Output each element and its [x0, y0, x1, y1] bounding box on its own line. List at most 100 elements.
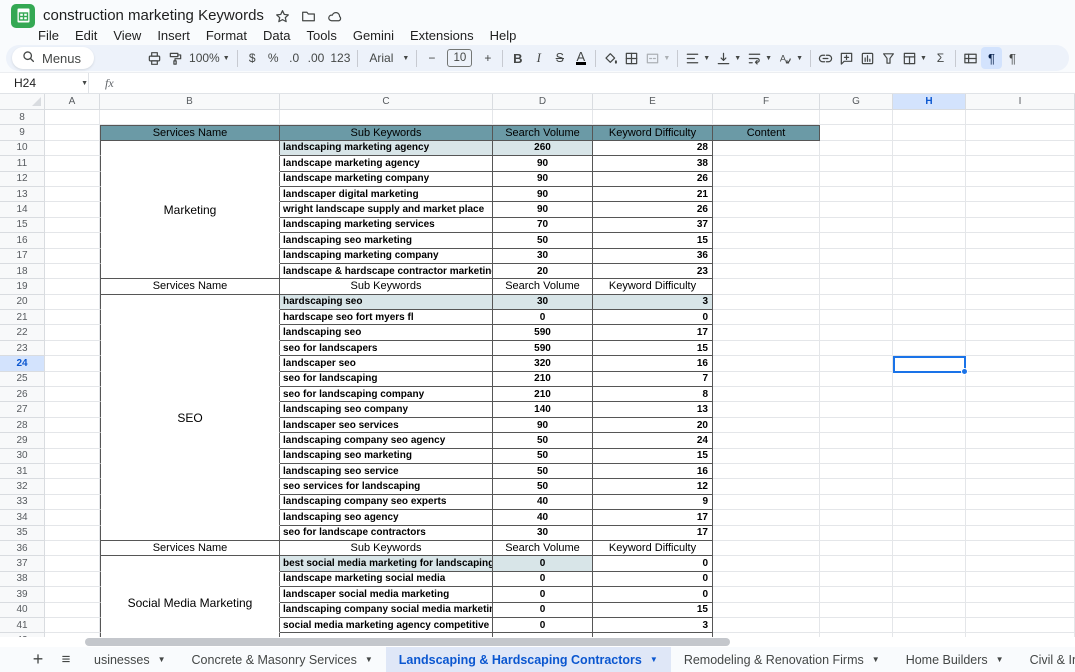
cell-C32[interactable]: seo services for landscaping [280, 479, 493, 494]
cell-D39[interactable]: 0 [493, 587, 593, 602]
cell-E27[interactable]: 13 [593, 402, 713, 417]
cell-F8[interactable] [713, 110, 820, 125]
cell-G29[interactable] [820, 433, 893, 448]
font-size-button[interactable]: 10 [442, 47, 477, 69]
cell-E9[interactable]: Keyword Difficulty [593, 125, 713, 140]
cell-B23[interactable] [100, 341, 280, 356]
cell-G28[interactable] [820, 418, 893, 433]
cell-B32[interactable] [100, 479, 280, 494]
insert-comment-button[interactable] [836, 47, 857, 69]
cell-H8[interactable] [893, 110, 966, 125]
cell-B37[interactable] [100, 556, 280, 571]
cell-C35[interactable]: seo for landscape contractors [280, 526, 493, 541]
cell-E41[interactable]: 3 [593, 618, 713, 633]
cell-C14[interactable]: wright landscape supply and market place [280, 202, 493, 217]
cell-A33[interactable] [45, 495, 100, 510]
cell-H18[interactable] [893, 264, 966, 279]
cell-F34[interactable] [713, 510, 820, 525]
cell-A41[interactable] [45, 618, 100, 633]
sheet-tab-landscaping-hardscaping-contractors[interactable]: Landscaping & Hardscaping Contractors▼ [386, 647, 671, 672]
cell-I12[interactable] [966, 172, 1075, 187]
cell-G39[interactable] [820, 587, 893, 602]
row-header-41[interactable]: 41 [0, 618, 45, 633]
cell-F37[interactable] [713, 556, 820, 571]
cell-I28[interactable] [966, 418, 1075, 433]
cell-C22[interactable]: landscaping seo [280, 325, 493, 340]
row-header-28[interactable]: 28 [0, 418, 45, 433]
cell-F14[interactable] [713, 202, 820, 217]
print-button[interactable] [144, 47, 165, 69]
cell-D35[interactable]: 30 [493, 526, 593, 541]
row-header-14[interactable]: 14 [0, 202, 45, 217]
cell-D13[interactable]: 90 [493, 187, 593, 202]
cell-B9[interactable]: Services Name [100, 125, 280, 140]
cell-I21[interactable] [966, 310, 1075, 325]
cell-B40[interactable] [100, 603, 280, 618]
cell-C19[interactable]: Sub Keywords [280, 279, 493, 294]
cell-F17[interactable] [713, 249, 820, 264]
cell-I40[interactable] [966, 603, 1075, 618]
row-header-35[interactable]: 35 [0, 526, 45, 541]
cell-F16[interactable] [713, 233, 820, 248]
cell-H14[interactable] [893, 202, 966, 217]
text-rotation-button[interactable]: A▼ [775, 47, 806, 69]
cell-A28[interactable] [45, 418, 100, 433]
cell-C37[interactable]: best social media marketing for landscap… [280, 556, 493, 571]
cell-A36[interactable] [45, 541, 100, 556]
menu-insert[interactable]: Insert [149, 27, 198, 44]
row-header-36[interactable]: 36 [0, 541, 45, 556]
cell-B13[interactable] [100, 187, 280, 202]
cell-G19[interactable] [820, 279, 893, 294]
row-header-29[interactable]: 29 [0, 433, 45, 448]
row-header-17[interactable]: 17 [0, 249, 45, 264]
menu-tools[interactable]: Tools [298, 27, 344, 44]
column-header-F[interactable]: F [713, 94, 820, 110]
cell-I17[interactable] [966, 249, 1075, 264]
cell-B36[interactable]: Services Name [100, 541, 280, 556]
text-color-button[interactable]: A [570, 47, 591, 69]
row-header-33[interactable]: 33 [0, 495, 45, 510]
cell-D9[interactable]: Search Volume [493, 125, 593, 140]
cell-G37[interactable] [820, 556, 893, 571]
text-wrapping-button[interactable]: ▼ [744, 47, 775, 69]
cell-E30[interactable]: 15 [593, 449, 713, 464]
cell-F41[interactable] [713, 618, 820, 633]
cell-F15[interactable] [713, 218, 820, 233]
cell-A30[interactable] [45, 449, 100, 464]
column-header-D[interactable]: D [493, 94, 593, 110]
cell-F13[interactable] [713, 187, 820, 202]
font-family-button[interactable]: Arial▼ [362, 47, 412, 69]
cell-H19[interactable] [893, 279, 966, 294]
cell-C21[interactable]: hardscape seo fort myers fl [280, 310, 493, 325]
cell-F31[interactable] [713, 464, 820, 479]
cell-F21[interactable] [713, 310, 820, 325]
cell-D22[interactable]: 590 [493, 325, 593, 340]
cell-B41[interactable] [100, 618, 280, 633]
tab-menu-icon[interactable]: ▼ [650, 655, 658, 664]
cell-F10[interactable] [713, 141, 820, 156]
zoom-select-button[interactable]: 100%▼ [186, 47, 233, 69]
cell-C15[interactable]: landscaping marketing services [280, 218, 493, 233]
cell-C29[interactable]: landscaping company seo agency [280, 433, 493, 448]
cell-E31[interactable]: 16 [593, 464, 713, 479]
cell-C31[interactable]: landscaping seo service [280, 464, 493, 479]
cell-I32[interactable] [966, 479, 1075, 494]
cell-B33[interactable] [100, 495, 280, 510]
cell-E29[interactable]: 24 [593, 433, 713, 448]
cell-G9[interactable] [820, 125, 893, 140]
cell-F32[interactable] [713, 479, 820, 494]
cell-F35[interactable] [713, 526, 820, 541]
cell-C38[interactable]: landscape marketing social media [280, 572, 493, 587]
cell-F24[interactable] [713, 356, 820, 371]
cell-H35[interactable] [893, 526, 966, 541]
cell-H13[interactable] [893, 187, 966, 202]
cell-I22[interactable] [966, 325, 1075, 340]
cell-B39[interactable] [100, 587, 280, 602]
row-header-37[interactable]: 37 [0, 556, 45, 571]
cell-F11[interactable] [713, 156, 820, 171]
text-direction-rtl-button[interactable]: ¶ [1002, 47, 1023, 69]
font-size-increase-button[interactable]: + [477, 47, 498, 69]
cell-B31[interactable] [100, 464, 280, 479]
menu-view[interactable]: View [105, 27, 149, 44]
cell-I10[interactable] [966, 141, 1075, 156]
